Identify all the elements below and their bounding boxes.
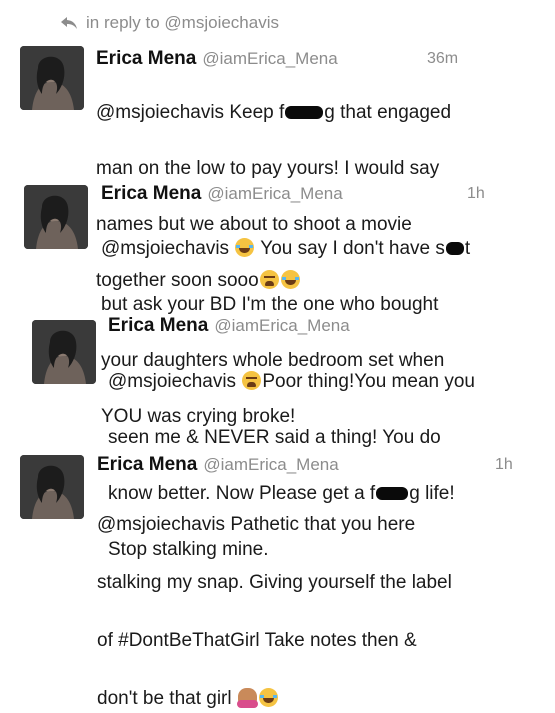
tweet[interactable]: Erica Mena @iamErica_Mena 36m @msjoiechav…	[0, 0, 555, 291]
tears-of-joy-emoji	[235, 238, 255, 257]
avatar[interactable]	[20, 455, 84, 519]
tears-of-joy-emoji	[258, 688, 278, 707]
avatar[interactable]	[32, 320, 96, 384]
timestamp[interactable]: 1h	[495, 456, 513, 474]
author-handle[interactable]: @iamErica_Mena	[202, 49, 337, 68]
avatar[interactable]	[20, 46, 84, 110]
tweet[interactable]: Erica Mena @iamErica_Mena 1h @msjoiechavi…	[0, 180, 555, 427]
redaction-mark	[285, 106, 324, 120]
redaction-mark	[445, 242, 464, 256]
author-name[interactable]: Erica Mena @iamErica_Mena	[96, 48, 338, 70]
author-name[interactable]: Erica Mena @iamErica_Mena	[108, 315, 350, 337]
author-name[interactable]: Erica Mena @iamErica_Mena	[97, 454, 339, 476]
avatar[interactable]	[24, 185, 88, 249]
tweet-text: @msjoiechavis Pathetic that you here sta…	[97, 514, 452, 709]
author-handle[interactable]: @iamErica_Mena	[214, 316, 349, 335]
author-name[interactable]: Erica Mena @iamErica_Mena	[101, 183, 343, 205]
timestamp[interactable]: 36m	[427, 50, 458, 68]
tweet[interactable]: Erica Mena @iamErica_Mena 1h @msjoiechavi…	[0, 447, 555, 709]
author-handle[interactable]: @iamErica_Mena	[203, 455, 338, 474]
tweet[interactable]: Erica Mena @iamErica_Mena @msjoiechavis P…	[0, 312, 555, 560]
weary-face-emoji	[242, 371, 262, 390]
no-good-gesture-emoji	[236, 688, 258, 708]
timestamp[interactable]: 1h	[467, 185, 485, 203]
author-handle[interactable]: @iamErica_Mena	[207, 184, 342, 203]
